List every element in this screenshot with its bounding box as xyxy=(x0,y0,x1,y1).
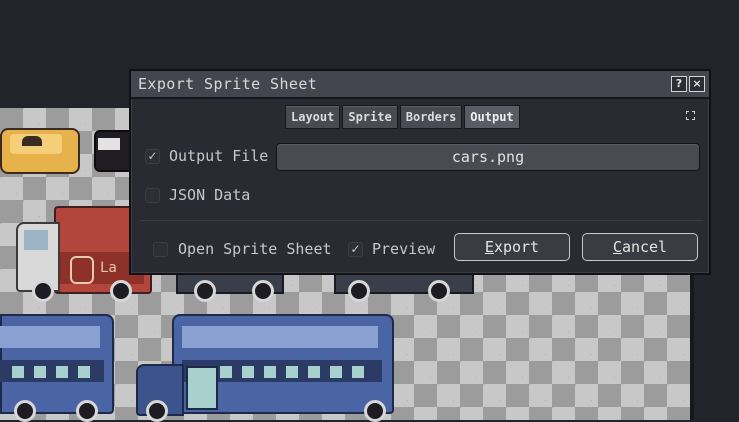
expand-icon[interactable] xyxy=(686,111,695,120)
open-sprite-sheet-checkbox[interactable] xyxy=(153,241,168,257)
tab-sprite[interactable]: Sprite xyxy=(342,105,398,129)
section-tabs: Layout Sprite Borders Output xyxy=(285,105,520,129)
cancel-button[interactable]: Cancel xyxy=(582,233,698,261)
output-file-label: Output File xyxy=(169,147,269,165)
tab-borders[interactable]: Borders xyxy=(399,105,463,129)
open-sprite-sheet-label: Open Sprite Sheet xyxy=(178,240,332,258)
export-sprite-sheet-dialog: Export Sprite Sheet ? × Layout Sprite Bo… xyxy=(129,69,711,275)
dialog-separator xyxy=(139,220,703,221)
taxi-sprite xyxy=(0,124,80,176)
preview-label: Preview xyxy=(372,240,436,258)
cancel-mnemonic: C xyxy=(612,238,622,256)
open-sprite-sheet-row: Open Sprite Sheet xyxy=(153,240,332,258)
export-mnemonic: E xyxy=(484,238,494,256)
json-data-label: JSON Data xyxy=(169,186,251,204)
close-button[interactable]: × xyxy=(689,76,705,92)
preview-checkbox[interactable]: ✓ xyxy=(348,241,363,257)
output-file-checkbox[interactable]: ✓ xyxy=(145,148,160,164)
output-file-field[interactable]: cars.png xyxy=(276,143,700,171)
blue-bus-sprite-right xyxy=(136,314,394,422)
tab-layout[interactable]: Layout xyxy=(285,105,341,129)
dialog-title: Export Sprite Sheet xyxy=(138,75,318,93)
cancel-label: ancel xyxy=(621,238,668,256)
preview-row: ✓ Preview xyxy=(348,240,435,258)
tab-output[interactable]: Output xyxy=(464,105,520,129)
help-button[interactable]: ? xyxy=(671,76,687,92)
json-data-row: JSON Data xyxy=(145,186,250,204)
output-file-row: ✓ Output File xyxy=(145,147,268,165)
export-button[interactable]: Export xyxy=(454,233,570,261)
dialog-titlebar[interactable]: Export Sprite Sheet ? × xyxy=(131,71,709,99)
export-label: xport xyxy=(493,238,540,256)
truck-sign-text: La xyxy=(100,260,117,276)
json-data-checkbox[interactable] xyxy=(145,187,160,203)
blue-bus-sprite-left xyxy=(0,314,114,422)
dark-car-sprite xyxy=(94,120,134,172)
